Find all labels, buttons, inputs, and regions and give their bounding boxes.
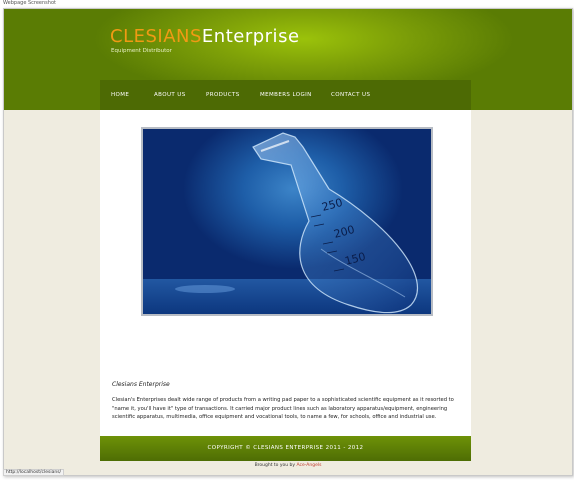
window-title: Webpage Screenshot <box>3 0 56 6</box>
nav-home[interactable]: HOME <box>111 92 129 98</box>
nav-products[interactable]: PRODUCTS <box>206 92 240 98</box>
main-nav: HOME ABOUT US PRODUCTS MEMBERS LOGIN CON… <box>100 80 471 110</box>
brand-name-secondary: Enterprise <box>201 26 300 47</box>
main-content: 250 200 150 Clesians Enterprise Clesian'… <box>100 110 471 436</box>
brand-name-primary: CLESIANS <box>110 26 202 47</box>
nav-members-login[interactable]: MEMBERS LOGIN <box>260 92 312 98</box>
content-paragraph: Clesian's Enterprises dealt wide range o… <box>112 397 454 421</box>
status-bar-url: http://localhost/clesians/ <box>3 469 65 476</box>
site-logo[interactable]: CLESIANSEnterprise <box>110 26 300 47</box>
site-header: CLESIANSEnterprise Equipment Distributor… <box>4 9 572 110</box>
flask-illustration: 250 200 150 <box>143 132 431 314</box>
site-tagline: Equipment Distributor <box>111 48 172 54</box>
nav-contact-us[interactable]: CONTACT US <box>331 92 370 98</box>
credit-prefix: Brought to you by <box>254 463 297 468</box>
copyright-text: COPYRIGHT © CLESIANS ENTERPRISE 2011 - 2… <box>207 445 364 451</box>
webpage: CLESIANSEnterprise Equipment Distributor… <box>3 8 573 476</box>
credit-link[interactable]: Ace-Angels <box>297 463 322 468</box>
nav-about-us[interactable]: ABOUT US <box>154 92 186 98</box>
credit-line: Brought to you by Ace-Angels <box>4 463 572 468</box>
hero-image-flask: 250 200 150 <box>141 127 433 316</box>
site-footer: COPYRIGHT © CLESIANS ENTERPRISE 2011 - 2… <box>100 436 471 461</box>
content-heading: Clesians Enterprise <box>112 381 170 388</box>
